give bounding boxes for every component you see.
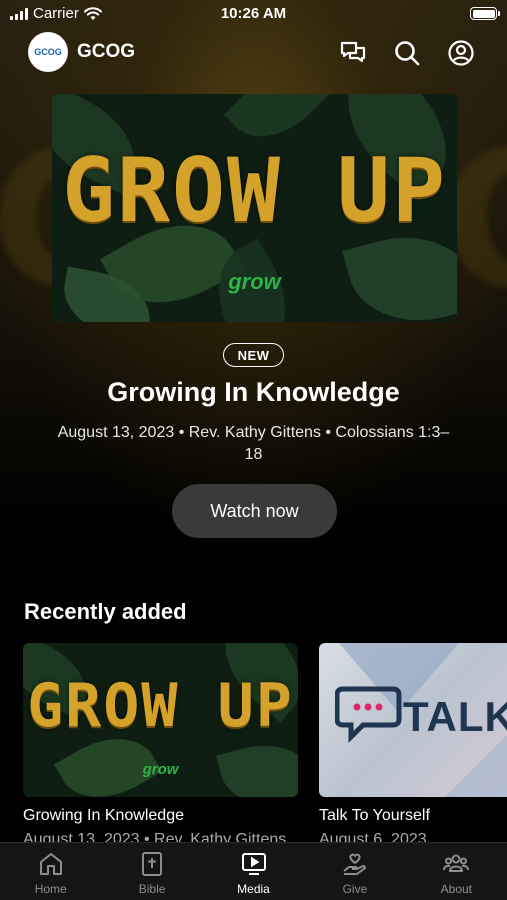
app-name: GCOG — [77, 41, 136, 62]
logo-text: GCOG — [34, 47, 62, 57]
media-icon — [241, 853, 266, 875]
tab-media[interactable]: Media — [203, 843, 304, 900]
about-icon — [443, 854, 470, 872]
tab-about[interactable]: About — [406, 843, 507, 900]
bible-icon — [142, 852, 163, 876]
media-card[interactable]: GROW UP grow Growing In Knowledge August… — [23, 643, 298, 849]
tab-label: Bible — [138, 882, 166, 896]
media-card[interactable]: TALK Talk To Yourself August 6, 2023 — [319, 643, 507, 849]
media-card-title: Growing In Knowledge — [23, 807, 184, 824]
media-card-thumbnail[interactable]: TALK — [319, 643, 507, 797]
artwork-title: GROW UP — [62, 139, 447, 242]
status-bar: Carrier 10:26 AM — [0, 0, 507, 28]
media-card-thumbnail[interactable]: GROW UP grow — [23, 643, 298, 797]
home-icon — [39, 853, 62, 875]
tab-bible[interactable]: Bible — [101, 843, 202, 900]
new-badge: NEW — [223, 343, 284, 367]
app-header: GCOG GCOG — [0, 32, 507, 72]
status-time: 10:26 AM — [220, 5, 287, 22]
featured-title: Growing In Knowledge — [107, 377, 400, 407]
featured-meta: August 13, 2023 • Rev. Kathy Gittens • C… — [57, 424, 450, 463]
tab-label: Give — [342, 882, 368, 896]
battery-icon — [470, 7, 500, 20]
tab-give[interactable]: Give — [304, 843, 405, 900]
give-icon — [343, 853, 366, 875]
messages-icon[interactable] — [339, 39, 367, 67]
media-card-title: Talk To Yourself — [319, 807, 430, 824]
watch-now-button[interactable]: Watch now — [172, 484, 337, 538]
card-artwork-title: TALK — [403, 693, 507, 740]
tab-bar: Home Bible Media Give About — [0, 842, 507, 900]
artwork-subtitle: grow — [228, 269, 281, 294]
recently-added-heading: Recently added — [24, 599, 187, 624]
search-icon[interactable] — [393, 39, 421, 67]
watch-now-label: Watch now — [210, 500, 299, 521]
speech-bubble-icon — [335, 686, 402, 743]
featured-sermon-artwork[interactable]: GROW UP grow — [52, 94, 457, 322]
card-artwork-title: GROW UP — [27, 671, 294, 741]
tab-home[interactable]: Home — [0, 843, 101, 900]
tab-label: About — [440, 882, 472, 896]
card-artwork-subtitle: grow — [142, 761, 179, 778]
profile-icon[interactable] — [447, 39, 475, 67]
tab-label: Home — [34, 882, 67, 896]
church-logo[interactable]: GCOG — [28, 32, 68, 72]
tab-label: Media — [237, 882, 270, 896]
